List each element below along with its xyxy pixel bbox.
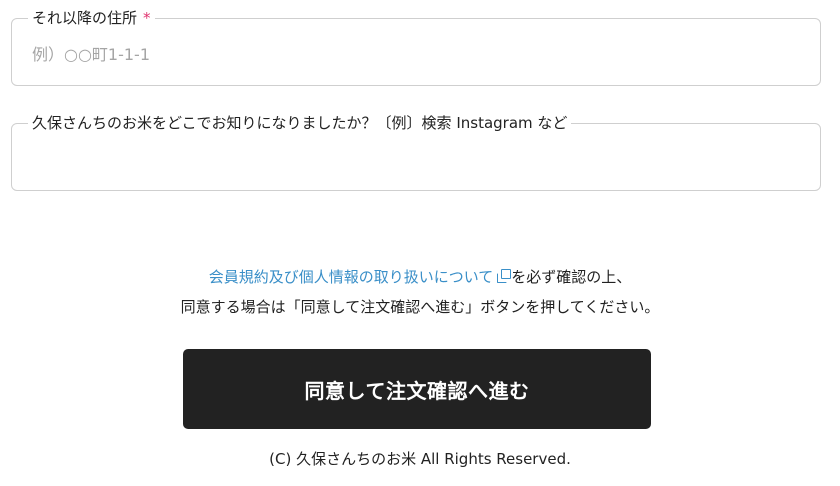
terms-link-text: 会員規約及び個人情報の取り扱いについて	[208, 268, 494, 286]
address-label: それ以降の住所 *	[28, 9, 155, 27]
terms-notice-line2: 同意する場合は「同意して注文確認へ進む」ボタンを押してください。	[180, 298, 660, 316]
terms-link[interactable]: 会員規約及び個人情報の取り扱いについて	[209, 268, 512, 286]
agree-and-confirm-button[interactable]: 同意して注文確認へ進む	[183, 349, 651, 429]
source-field: 久保さんちのお米をどこでお知りになりましたか？〔例〕検索 Instagram な…	[11, 114, 821, 191]
terms-notice: 会員規約及び個人情報の取り扱いについて を必ず確認の上、 同意する場合は「同意して…	[0, 262, 840, 322]
copyright-footer: (C) 久保さんちのお米 All Rights Reserved.	[269, 450, 571, 468]
terms-notice-line1: 会員規約及び個人情報の取り扱いについて を必ず確認の上、	[0, 262, 840, 292]
required-mark: *	[143, 9, 151, 27]
address-field: それ以降の住所 *	[11, 9, 821, 86]
source-input[interactable]	[32, 148, 792, 170]
address-label-text: それ以降の住所	[32, 9, 138, 27]
terms-after-link: を必ず確認の上、	[511, 268, 632, 286]
external-link-icon	[497, 269, 512, 283]
address-input[interactable]	[32, 43, 792, 65]
source-label: 久保さんちのお米をどこでお知りになりましたか？〔例〕検索 Instagram な…	[28, 114, 572, 132]
